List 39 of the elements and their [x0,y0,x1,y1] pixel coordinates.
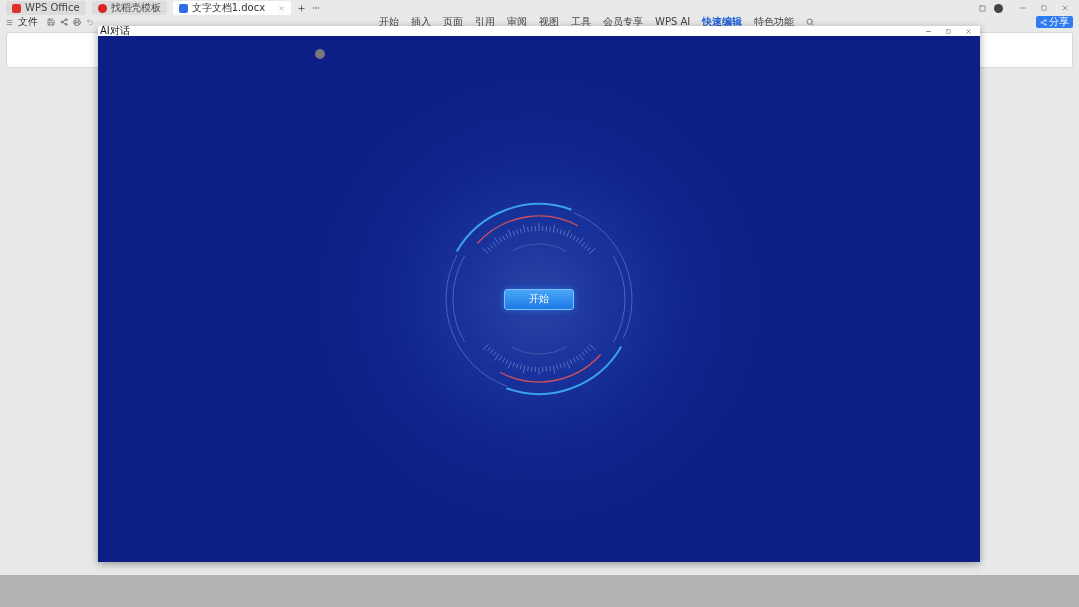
avatar-icon[interactable] [994,3,1003,13]
file-menu[interactable]: 文件 [18,17,38,27]
close-icon[interactable] [1061,4,1069,12]
window-title: AI对话 [100,26,130,36]
cursor-icon [315,49,325,59]
ribbon-tab[interactable]: 页面 [443,17,463,27]
print-icon[interactable] [73,18,81,26]
new-tab-icon[interactable] [296,3,306,13]
maximize-icon[interactable] [946,28,951,34]
share-icon [1040,18,1047,26]
ribbon-tab[interactable]: 快速编辑 [702,17,743,27]
logo-icon [97,3,107,13]
ribbon-tab[interactable]: 会员专享 [603,17,643,27]
app-tab[interactable]: WPS Office [6,1,86,15]
minimize-icon[interactable] [1019,4,1027,12]
ribbon-tab[interactable]: 工具 [571,17,591,27]
share-button[interactable]: 分享 [1036,16,1073,28]
ribbon-tab[interactable]: 引用 [475,17,495,27]
ribbon-tab[interactable]: WPS AI [655,17,691,27]
ribbon-tab[interactable]: 审阅 [507,17,527,27]
document-icon [178,3,188,13]
ribbon-tab[interactable]: 视图 [539,17,559,27]
ribbon-tab[interactable]: 插入 [411,17,431,27]
window-icon[interactable] [979,4,986,12]
ribbon-tab[interactable]: 开始 [379,17,399,27]
start-button[interactable]: 开始 [504,288,574,310]
close-icon[interactable] [277,4,285,12]
logo-icon [12,3,21,13]
app-tab[interactable]: 找稻壳模板 [91,1,167,15]
maximize-icon[interactable] [1041,5,1047,11]
close-icon[interactable] [965,27,972,35]
undo-icon[interactable] [86,18,94,26]
search-icon[interactable] [806,18,815,26]
menu-icon[interactable] [6,18,13,26]
app-tab[interactable]: 文字文档1.docx [172,1,291,15]
share-icon[interactable] [60,18,68,26]
more-icon[interactable] [311,4,320,12]
save-icon[interactable] [47,18,55,26]
ribbon-tab[interactable]: 特色功能 [754,17,795,27]
